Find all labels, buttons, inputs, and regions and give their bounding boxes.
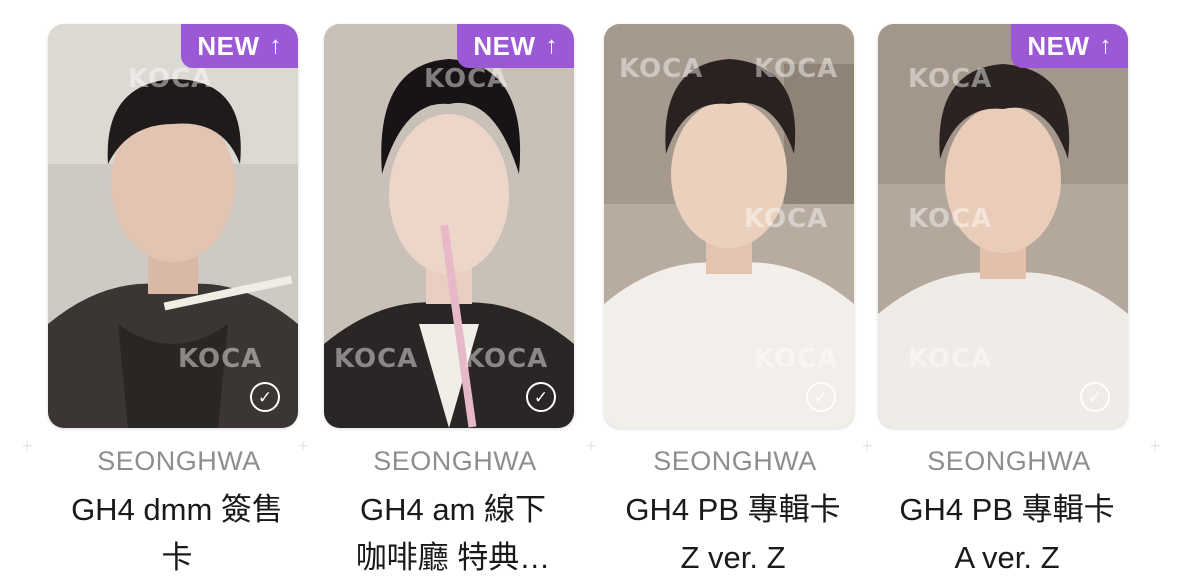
check-circle-icon[interactable]: ✓ bbox=[526, 382, 556, 412]
watermark: KOCA bbox=[178, 344, 263, 374]
photocard-item[interactable]: KOCA KOCA NEW ↑ ✓ SEONGHWA GH4 dmm 簽售 卡 bbox=[48, 0, 310, 581]
plus-mark-icon: + bbox=[1150, 436, 1161, 456]
member-name: SEONGHWA bbox=[97, 446, 261, 476]
plus-mark-icon: + bbox=[298, 436, 309, 456]
watermark: KOCA bbox=[908, 344, 993, 374]
member-name: SEONGHWA bbox=[653, 446, 817, 476]
new-badge-label: NEW bbox=[197, 30, 260, 61]
photocard-item[interactable]: KOCA KOCA KOCA NEW ↑ ✓ SEONGHWA GH4 am 線… bbox=[324, 0, 586, 581]
member-name: SEONGHWA bbox=[373, 446, 537, 476]
plus-mark-icon: + bbox=[862, 436, 873, 456]
new-badge: NEW ↑ bbox=[457, 24, 574, 68]
card-title[interactable]: GH4 dmm 簽售 卡 bbox=[42, 486, 312, 582]
photocard-image[interactable]: KOCA KOCA KOCA NEW ↑ ✓ bbox=[324, 24, 574, 428]
watermark: KOCA bbox=[754, 344, 839, 374]
watermark: KOCA bbox=[424, 64, 509, 94]
watermark: KOCA bbox=[334, 344, 419, 374]
photocard-grid: KOCA KOCA NEW ↑ ✓ SEONGHWA GH4 dmm 簽售 卡 bbox=[0, 0, 1178, 581]
watermark: KOCA bbox=[128, 64, 213, 94]
plus-mark-icon: + bbox=[586, 436, 597, 456]
new-badge-label: NEW bbox=[1027, 30, 1090, 61]
watermark: KOCA bbox=[908, 64, 993, 94]
new-badge: NEW ↑ bbox=[1011, 24, 1128, 68]
new-badge-label: NEW bbox=[473, 30, 536, 61]
member-name: SEONGHWA bbox=[927, 446, 1091, 476]
plus-mark-icon: + bbox=[22, 436, 33, 456]
watermark: KOCA bbox=[619, 54, 704, 84]
card-title[interactable]: GH4 am 線下 咖啡廳 特典… bbox=[318, 486, 588, 582]
check-circle-icon[interactable]: ✓ bbox=[806, 382, 836, 412]
arrow-up-icon: ↑ bbox=[1099, 32, 1112, 59]
card-title[interactable]: GH4 PB 專輯卡 Z ver. Z bbox=[598, 486, 868, 582]
arrow-up-icon: ↑ bbox=[545, 32, 558, 59]
photocard-image[interactable]: KOCA KOCA KOCA KOCA ✓ bbox=[604, 24, 854, 428]
card-title[interactable]: GH4 PB 專輯卡 A ver. Z bbox=[872, 486, 1142, 582]
watermark: KOCA bbox=[464, 344, 549, 374]
check-circle-icon[interactable]: ✓ bbox=[1080, 382, 1110, 412]
watermark: KOCA bbox=[754, 54, 839, 84]
photocard-item[interactable]: KOCA KOCA KOCA NEW ↑ ✓ SEONGHWA GH4 PB 專… bbox=[878, 0, 1140, 581]
arrow-up-icon: ↑ bbox=[269, 32, 282, 59]
photocard-image[interactable]: KOCA KOCA NEW ↑ ✓ bbox=[48, 24, 298, 428]
photocard-image[interactable]: KOCA KOCA KOCA NEW ↑ ✓ bbox=[878, 24, 1128, 428]
watermark: KOCA bbox=[744, 204, 829, 234]
check-circle-icon[interactable]: ✓ bbox=[250, 382, 280, 412]
new-badge: NEW ↑ bbox=[181, 24, 298, 68]
photocard-item[interactable]: KOCA KOCA KOCA KOCA ✓ SEONGHWA GH4 PB 專輯… bbox=[604, 0, 866, 581]
watermark: KOCA bbox=[908, 204, 993, 234]
